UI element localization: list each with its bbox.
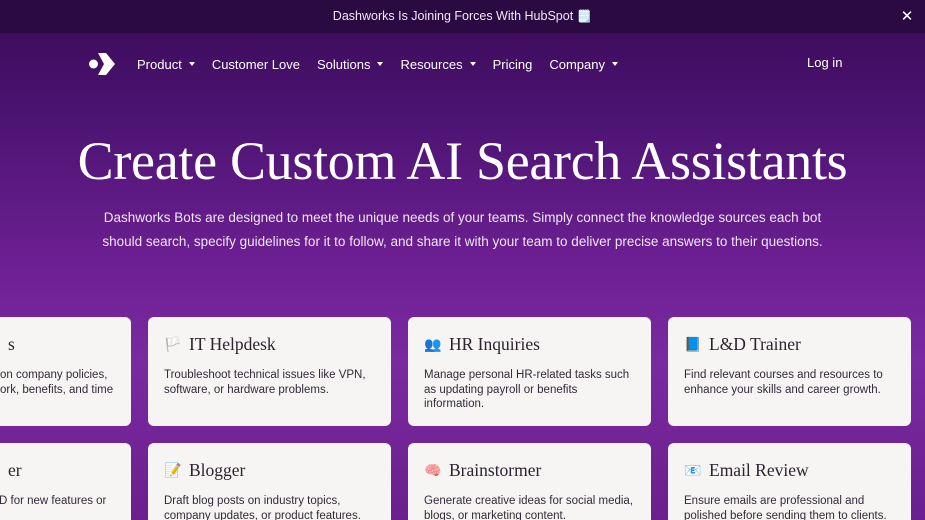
nav-menu: Product Customer Love Solutions Resource… <box>137 55 635 73</box>
announcement-bar[interactable]: Dashworks Is Joining Forces With HubSpot… <box>0 0 925 33</box>
bot-card-hr-inquiries[interactable]: 👥 HR Inquiries Manage personal HR-relate… <box>408 317 651 426</box>
book-icon: 📘 <box>684 335 702 352</box>
nav-item-label: Company <box>549 56 605 72</box>
nav-item-company[interactable]: Company <box>549 55 618 73</box>
top-navigation: Product Customer Love Solutions Resource… <box>0 33 925 95</box>
chevron-down-icon <box>611 62 618 66</box>
chevron-down-icon <box>188 62 195 66</box>
nav-item-resources[interactable]: Resources <box>400 55 476 73</box>
nav-item-label: Resources <box>400 56 463 72</box>
card-description: Manage personal HR-related tasks such as… <box>424 369 630 410</box>
people-icon: 👥 <box>424 335 442 352</box>
brain-icon: 🧠 <box>424 461 442 478</box>
card-description: Draft blog posts on industry topics, com… <box>164 495 361 520</box>
card-description: Ensure emails are professional and polis… <box>684 495 887 520</box>
announcement-text[interactable]: Dashworks Is Joining Forces With HubSpot… <box>333 9 592 24</box>
bot-card-email-review[interactable]: 📧 Email Review Ensure emails are profess… <box>668 443 911 520</box>
chevron-down-icon <box>377 62 384 66</box>
card-title: Brainstormer <box>449 459 542 480</box>
card-title: IT Helpdesk <box>189 333 276 354</box>
bot-card-partial[interactable]: s on company policies, ork, benefits, an… <box>0 317 131 426</box>
nav-item-label: Pricing <box>492 56 533 72</box>
card-title: er <box>8 459 22 480</box>
bot-card-ld-trainer[interactable]: 📘 L&D Trainer Find relevant courses and … <box>668 317 911 426</box>
nav-item-label: Solutions <box>316 56 371 72</box>
card-title: Blogger <box>189 459 246 480</box>
bot-card-brainstormer[interactable]: 🧠 Brainstormer Generate creative ideas f… <box>408 443 651 520</box>
card-title: HR Inquiries <box>449 333 540 354</box>
hero-title: Create Custom AI Search Assistants <box>77 131 848 191</box>
nav-item-label: Customer Love <box>211 56 300 72</box>
memo-icon: 📝 <box>164 461 182 478</box>
card-title: Email Review <box>709 459 809 480</box>
email-icon: 📧 <box>684 461 702 478</box>
nav-item-customer-love[interactable]: Customer Love <box>212 55 300 73</box>
chevron-down-icon <box>469 62 476 66</box>
bot-card-blogger[interactable]: 📝 Blogger Draft blog posts on industry t… <box>148 443 391 520</box>
flag-icon: 🏳️ <box>164 335 182 352</box>
card-description: on company policies, ork, benefits, and … <box>0 369 114 396</box>
dashworks-logo-icon[interactable] <box>89 53 115 75</box>
close-icon[interactable]: ✕ <box>899 8 915 25</box>
hero-subtitle: Dashworks Bots are designed to meet the … <box>102 210 823 249</box>
nav-item-label: Product <box>137 56 182 72</box>
nav-item-solutions[interactable]: Solutions <box>316 55 384 73</box>
bot-card-it-helpdesk[interactable]: 🏳️ IT Helpdesk Troubleshoot technical is… <box>148 317 391 426</box>
card-description: Troubleshoot technical issues like VPN, … <box>164 369 366 396</box>
card-description: D for new features or <box>0 495 107 507</box>
card-description: Find relevant courses and resources to e… <box>684 369 883 396</box>
card-title: s <box>8 333 15 354</box>
bot-card-partial[interactable]: er D for new features or <box>0 443 131 520</box>
card-description: Generate creative ideas for social media… <box>424 495 634 520</box>
nav-item-product[interactable]: Product <box>137 55 195 73</box>
card-title: L&D Trainer <box>709 333 801 354</box>
login-link[interactable]: Log in <box>807 55 842 70</box>
card-strip-left-clip: s on company policies, ork, benefits, an… <box>0 317 131 520</box>
nav-item-pricing[interactable]: Pricing <box>493 55 533 73</box>
